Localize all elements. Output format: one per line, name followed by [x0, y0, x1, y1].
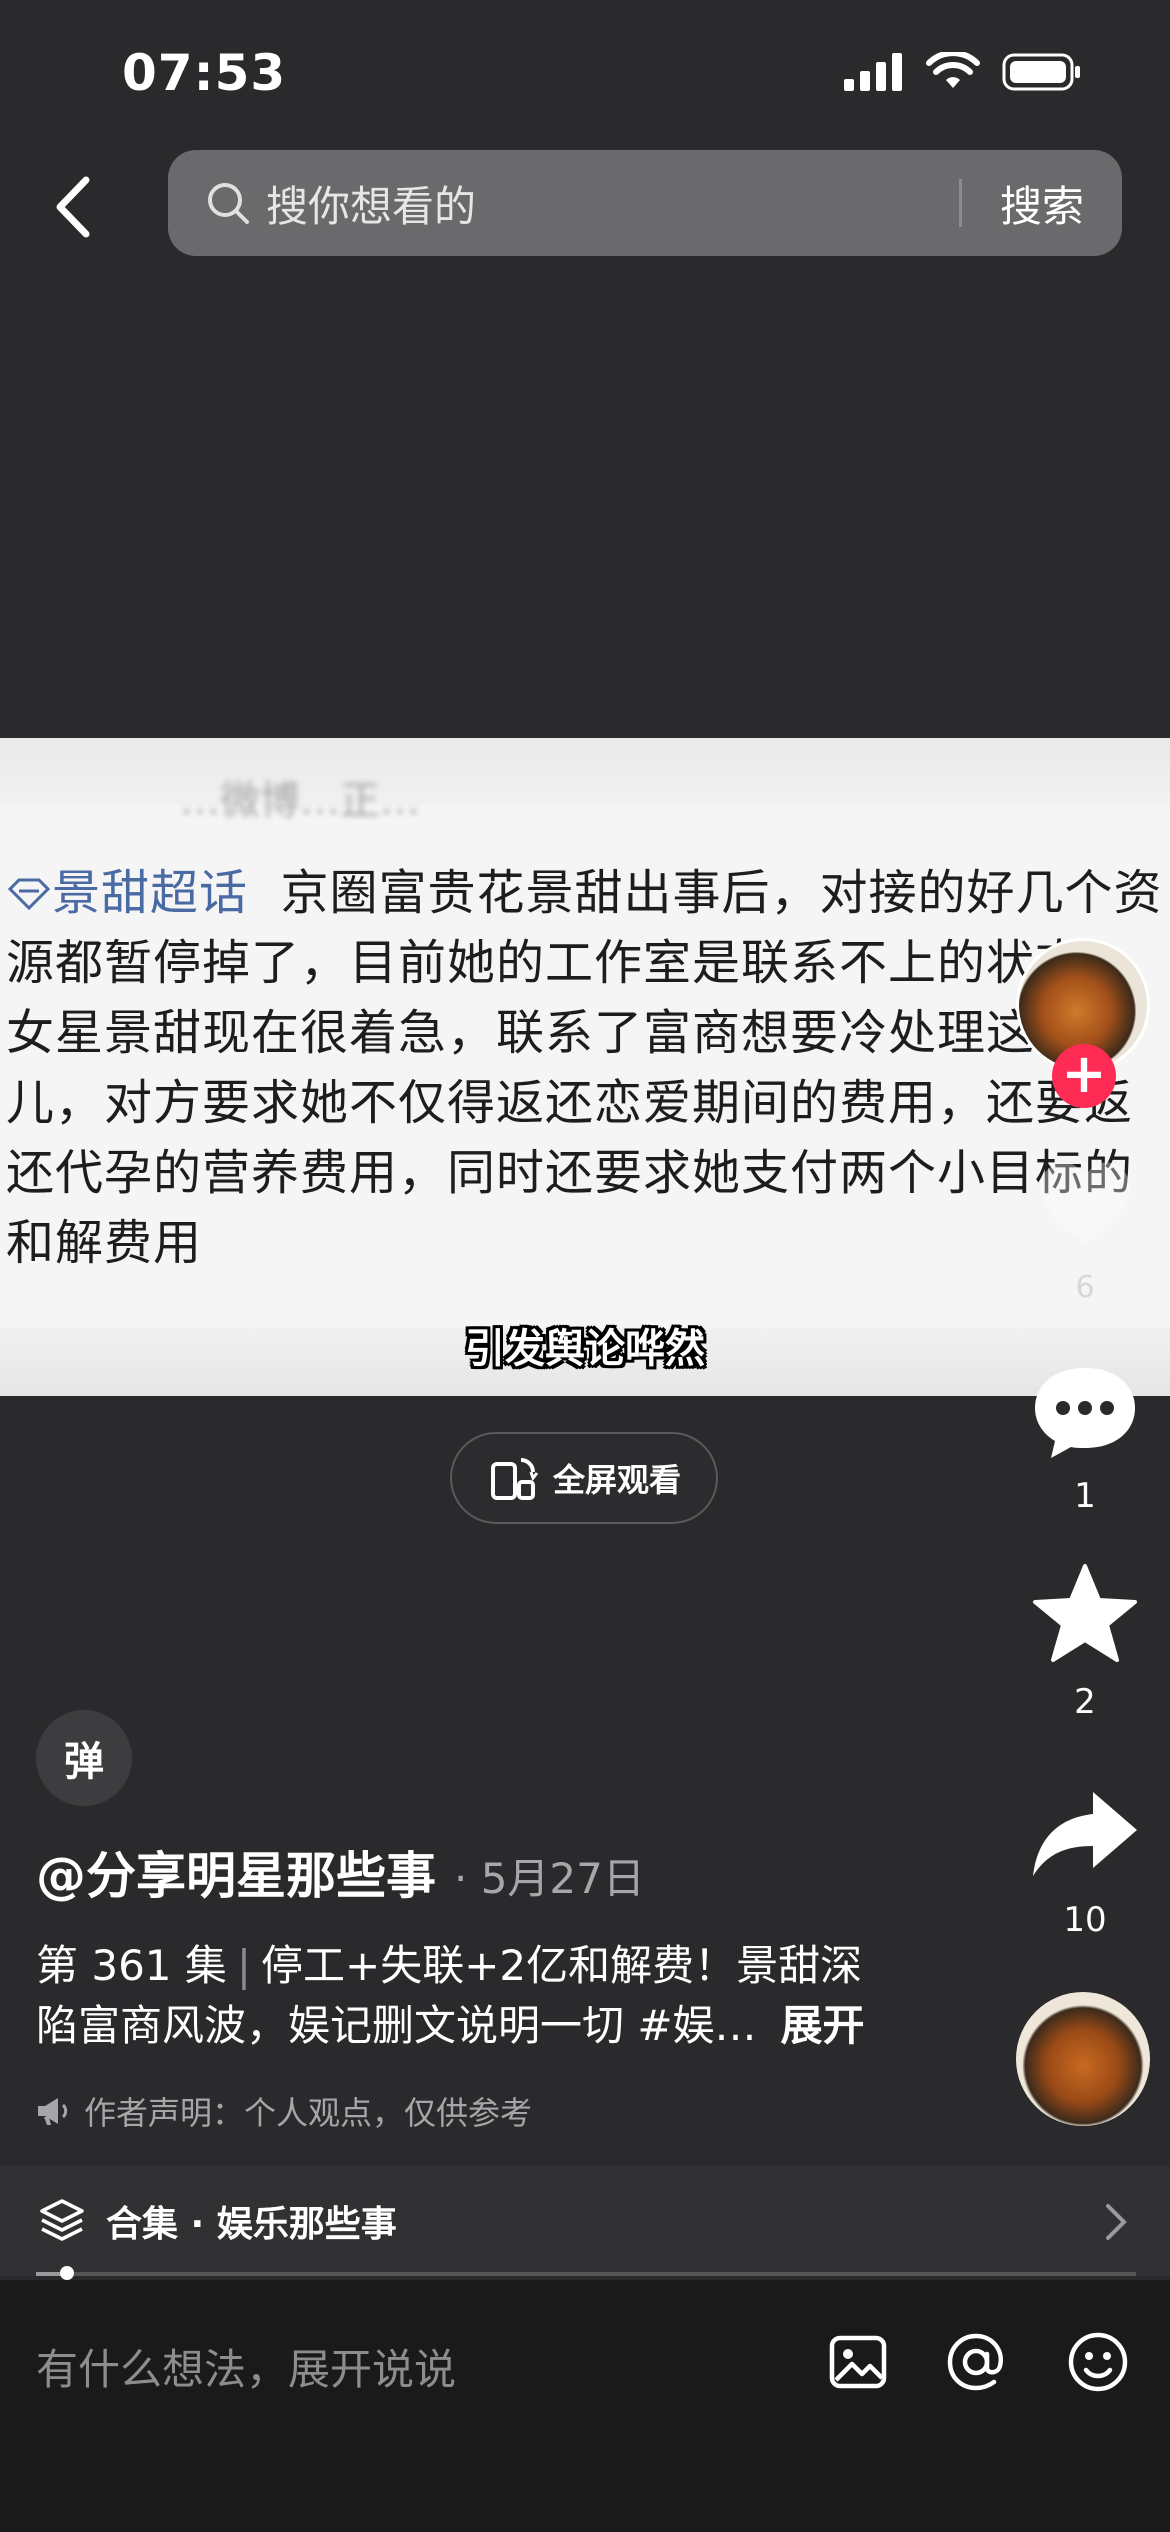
star-icon[interactable]: [1025, 1560, 1145, 1670]
playback-progress-bar[interactable]: [36, 2266, 1136, 2280]
layers-icon: [40, 2199, 84, 2241]
episode-separator: |: [236, 1941, 252, 1990]
heart-icon[interactable]: [1030, 1152, 1140, 1252]
fullscreen-label: 全屏观看: [552, 1461, 681, 1499]
comment-bar: [0, 2280, 1170, 2532]
danmaku-toggle-button[interactable]: 弹: [36, 1710, 132, 1806]
fullscreen-button[interactable]: 全屏观看: [450, 1432, 718, 1524]
episode-number: 第 361 集: [36, 1941, 227, 1990]
author-disclaimer: 作者声明：个人观点，仅供参考: [36, 2088, 532, 2134]
favorite-count: 2: [1074, 1682, 1096, 1722]
search-bar[interactable]: 搜你想看的 搜索: [168, 150, 1122, 256]
image-icon[interactable]: [826, 2330, 890, 2394]
share-icon[interactable]: [1025, 1780, 1145, 1890]
status-icons: [844, 52, 1082, 92]
video-description[interactable]: 第 361 集 | 停工+失联+2亿和解费！景甜深陷富商风波，娱记删文说明一切 #娱…: [36, 1936, 896, 2056]
megaphone-icon: [38, 2098, 68, 2125]
topic-tag: 景甜超话: [52, 865, 249, 921]
at-icon[interactable]: [944, 2330, 1008, 2394]
search-icon: [208, 183, 249, 224]
search-button[interactable]: 搜索: [962, 173, 1122, 234]
progress-knob[interactable]: [59, 2266, 74, 2280]
music-disc-avatar[interactable]: [1016, 1992, 1150, 2126]
author-info: @分享明星那些事 · 5月27日: [36, 1836, 645, 1908]
status-time: 07:53: [122, 44, 287, 102]
comment-count: 1: [1074, 1476, 1096, 1516]
share-count: 10: [1063, 1900, 1107, 1940]
video-player[interactable]: …微博…正… 景甜超话 京圈富贵花景甜出事后，对接的好几个资源都暂停掉了，目前她…: [0, 738, 1170, 1396]
collection-label: 合集 · 娱乐那些事: [106, 2204, 397, 2245]
faded-top-text: …微博…正…: [180, 778, 420, 824]
emoji-icon[interactable]: [1066, 2330, 1130, 2394]
author-handle[interactable]: @分享明星那些事: [36, 1847, 436, 1905]
back-arrow-icon[interactable]: [48, 172, 108, 242]
video-post-text: 景甜超话 京圈富贵花景甜出事后，对接的好几个资源都暂停掉了，目前她的工作室是联系…: [6, 858, 1166, 1278]
like-count: 6: [1075, 1270, 1095, 1305]
comment-icon[interactable]: [1025, 1358, 1145, 1468]
chevron-right-icon: [1106, 2204, 1127, 2240]
expand-button[interactable]: 展开: [781, 2001, 865, 2050]
post-date: · 5月27日: [454, 1854, 645, 1903]
diamond-icon: [7, 878, 51, 911]
cellular-signal-icon: [844, 53, 902, 91]
video-subtitle: 引发舆论哗然: [465, 1326, 705, 1372]
collection-bar[interactable]: 合集 · 娱乐那些事: [0, 2166, 1170, 2276]
video-top-fade: …微博…正…: [0, 738, 1170, 824]
comment-input[interactable]: 有什么想法，展开说说: [36, 2336, 456, 2397]
battery-icon: [1002, 53, 1080, 91]
disclaimer-text: 作者声明：个人观点，仅供参考: [84, 2094, 533, 2132]
wifi-icon: [926, 52, 980, 88]
search-input[interactable]: 搜你想看的: [266, 173, 959, 234]
fullscreen-rotate-icon: [490, 1458, 539, 1500]
follow-plus-icon[interactable]: +: [1052, 1044, 1116, 1108]
post-text-2: 女星景甜现在很着急，联系了富商想要冷处理这件事儿，对方要求她不仅得返还恋爱期间的…: [6, 1005, 1134, 1271]
